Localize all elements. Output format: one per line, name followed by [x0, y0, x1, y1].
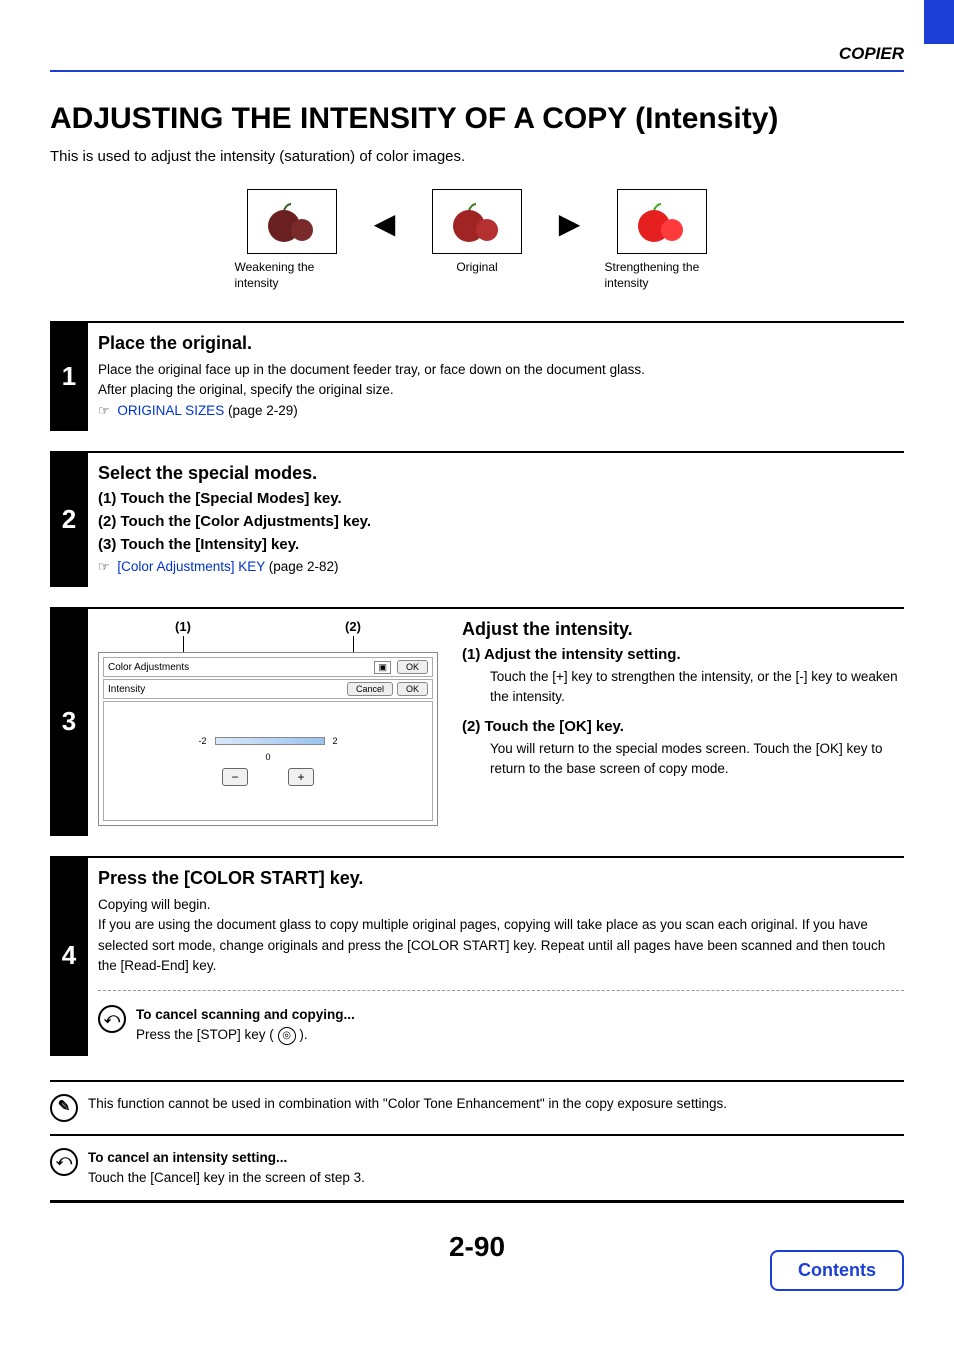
step-2-link[interactable]: [Color Adjustments] KEY: [117, 559, 265, 574]
minus-button[interactable]: −: [222, 768, 248, 786]
scale-mid: 0: [265, 752, 270, 762]
ui-intensity-label: Intensity: [108, 684, 145, 695]
step-3: 3 (1) (2) Color Adjustments ▣ OK: [50, 607, 904, 836]
illus-original-caption: Original: [410, 260, 545, 276]
contents-button[interactable]: Contents: [770, 1250, 904, 1291]
header-rule: COPIER: [50, 44, 904, 72]
page-title: ADJUSTING THE INTENSITY OF A COPY (Inten…: [50, 102, 904, 136]
ui-cancel-button[interactable]: Cancel: [347, 682, 393, 696]
step-2-sub2: (2) Touch the [Color Adjustments] key.: [98, 513, 904, 530]
color-tab-marker: [924, 0, 954, 44]
scale-right: 2: [333, 736, 338, 746]
step-2-link-page: (page 2-82): [265, 559, 339, 574]
step-2-sub1: (1) Touch the [Special Modes] key.: [98, 490, 904, 507]
step-1-number: 1: [50, 321, 88, 431]
step-1-link[interactable]: ORIGINAL SIZES: [117, 403, 224, 418]
step-1: 1 Place the original. Place the original…: [50, 321, 904, 431]
undo-icon: ⤺: [98, 1005, 126, 1033]
step-4: 4 Press the [COLOR START] key. Copying w…: [50, 856, 904, 1056]
undo-icon: ⤺: [50, 1148, 78, 1176]
step-2-sub3: (3) Touch the [Intensity] key.: [98, 536, 904, 553]
step-4-cancel-head: To cancel scanning and copying...: [136, 1005, 904, 1025]
callout-2: (2): [345, 619, 361, 634]
step-1-text2: After placing the original, specify the …: [98, 380, 904, 400]
step-3-number: 3: [50, 607, 88, 836]
scale-left: -2: [198, 736, 206, 746]
footnote-1: This function cannot be used in combinat…: [88, 1094, 904, 1114]
callout-1: (1): [175, 619, 191, 634]
intensity-illustration: Weakening the intensity ◀ Original ▶: [50, 189, 904, 291]
step-4-b1: Copying will begin.: [98, 895, 904, 915]
pencil-icon: ✎: [50, 1094, 78, 1122]
step-4-cancel-post: ).: [299, 1027, 307, 1042]
step-3-p1-body: Touch the [+] key to strengthen the inte…: [462, 667, 904, 708]
plus-button[interactable]: +: [288, 768, 314, 786]
step-3-p2-body: You will return to the special modes scr…: [462, 739, 904, 780]
illus-strong: [617, 189, 707, 254]
intensity-slider[interactable]: [215, 737, 325, 745]
see-icon: ☞: [98, 403, 110, 418]
illus-strong-caption: Strengthening the intensity: [595, 260, 730, 291]
ui-screenshot: Color Adjustments ▣ OK Intensity Cancel …: [98, 652, 438, 826]
arrow-right-icon: ▶: [555, 207, 585, 240]
footnote-2-head: To cancel an intensity setting...: [88, 1148, 904, 1168]
book-icon: ▣: [374, 661, 391, 674]
section-label: COPIER: [839, 44, 904, 63]
illus-weak-caption: Weakening the intensity: [225, 260, 360, 291]
dashed-separator: [98, 990, 904, 991]
intro-text: This is used to adjust the intensity (sa…: [50, 148, 904, 165]
step-2-title: Select the special modes.: [98, 463, 904, 484]
step-1-text1: Place the original face up in the docume…: [98, 360, 904, 380]
step-3-title: Adjust the intensity.: [462, 619, 904, 640]
step-3-p1-head: (1) Adjust the intensity setting.: [462, 646, 904, 663]
step-4-number: 4: [50, 856, 88, 1056]
stop-key-icon: ◎: [278, 1027, 296, 1045]
step-4-cancel-pre: Press the [STOP] key (: [136, 1027, 274, 1042]
step-4-title: Press the [COLOR START] key.: [98, 868, 904, 889]
ui-ok-button[interactable]: OK: [397, 682, 428, 696]
footnote-2-body: Touch the [Cancel] key in the screen of …: [88, 1168, 904, 1188]
ui-color-adjustments-label: Color Adjustments: [108, 662, 189, 673]
step-2: 2 Select the special modes. (1) Touch th…: [50, 451, 904, 587]
step-1-title: Place the original.: [98, 333, 904, 354]
step-2-number: 2: [50, 451, 88, 587]
arrow-left-icon: ◀: [370, 207, 400, 240]
ui-ok-button-top[interactable]: OK: [397, 660, 428, 674]
illus-weak: [247, 189, 337, 254]
illus-original: [432, 189, 522, 254]
step-3-p2-head: (2) Touch the [OK] key.: [462, 718, 904, 735]
step-1-link-page: (page 2-29): [224, 403, 298, 418]
step-4-b2: If you are using the document glass to c…: [98, 915, 904, 976]
see-icon: ☞: [98, 559, 110, 574]
